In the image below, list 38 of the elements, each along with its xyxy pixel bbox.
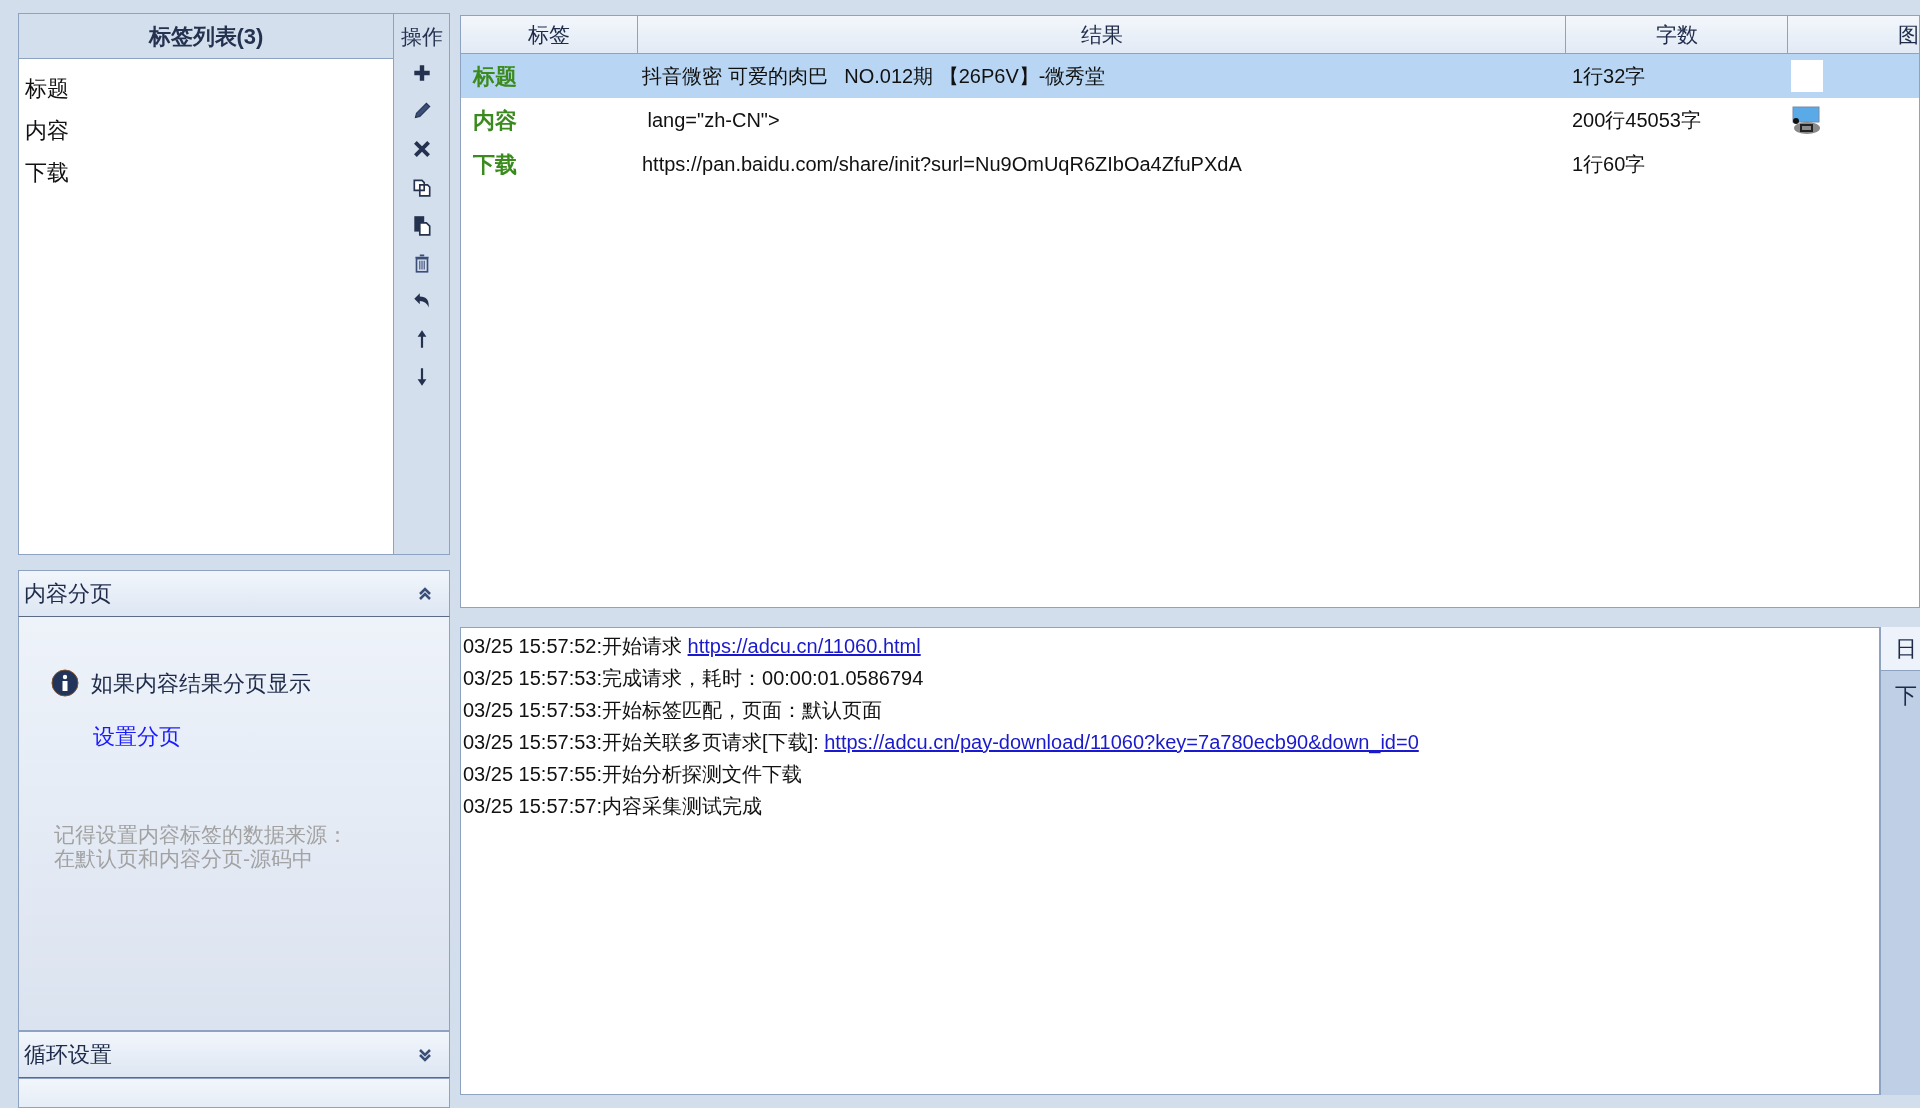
info-text: 如果内容结果分页显示 [91, 669, 311, 698]
result-cell-text: lang="zh-CN"> [646, 109, 780, 131]
tag-item[interactable]: 标题 [19, 67, 69, 109]
tag-item[interactable]: 下载 [19, 151, 69, 193]
side-item[interactable]: 下 [1895, 679, 1917, 712]
column-header[interactable]: 图 [1788, 16, 1919, 53]
panel-header[interactable]: 内容分页 [18, 570, 450, 617]
blank-thumbnail [1791, 60, 1823, 92]
count-cell: 200行45053字 [1572, 109, 1701, 131]
panel-title: 内容分页 [24, 580, 112, 609]
log-link[interactable]: https://adcu.cn/pay-download/11060?key=7a780ecb90&down_id=0 [824, 731, 1419, 753]
side-tab[interactable]: 日 [1881, 627, 1920, 671]
tag-cell: 内容 [473, 107, 517, 133]
column-header[interactable]: 标签 [461, 16, 638, 53]
set-pagination-link[interactable]: 设置分页 [93, 719, 181, 753]
log-line: 03/25 15:57:53:开始标签匹配，页面：默认页面 [463, 698, 882, 723]
column-header[interactable]: 结果 [638, 16, 1566, 53]
panel-header[interactable]: 循环设置 [18, 1031, 450, 1079]
note-text: 记得设置内容标签的数据来源：在默认页和内容分页-源码中 [54, 822, 349, 871]
column-header[interactable]: 字数 [1566, 16, 1788, 53]
log-line: 03/25 15:57:55:开始分析探测文件下载 [463, 762, 802, 787]
result-cell: https://pan.baidu.com/share/init?surl=Nu9OmUqR6ZIbOa4ZfuPXdA [642, 153, 1242, 175]
count-cell: 1行32字 [1572, 65, 1646, 87]
tag-cell: 标题 [473, 63, 517, 89]
tag-cell: 下载 [473, 151, 517, 177]
log-line: 03/25 15:57:53:完成请求，耗时：00:00:01.0586794 [463, 666, 924, 691]
table-row[interactable]: 标题 抖音微密 可爱的肉巴 NO.012期 【26P6V】-微秀堂 1行32字 [461, 54, 1919, 98]
toolbar-title: 操作 [400, 23, 443, 50]
log-line: 03/25 15:57:57:内容采集测试完成 [463, 794, 762, 819]
log-line: 03/25 15:57:53:开始关联多页请求[下载]: https://adcu.cn/pay-download/11060?key=7a780ecb90&down_id=0 [463, 730, 1419, 756]
log-link[interactable]: https://adcu.cn/11060.html [687, 635, 921, 657]
count-cell: 1行60字 [1572, 153, 1646, 175]
result-cell: 抖音微密 可爱的肉巴 NO.012期 【26P6V】-微秀堂 [642, 65, 1106, 87]
log-line: 03/25 15:57:52:开始请求 https://adcu.cn/11060.html [463, 634, 921, 659]
image-icon [1791, 104, 1823, 136]
panel-title: 循环设置 [24, 1041, 112, 1070]
tag-item[interactable]: 内容 [19, 109, 69, 151]
info-icon [51, 669, 79, 698]
